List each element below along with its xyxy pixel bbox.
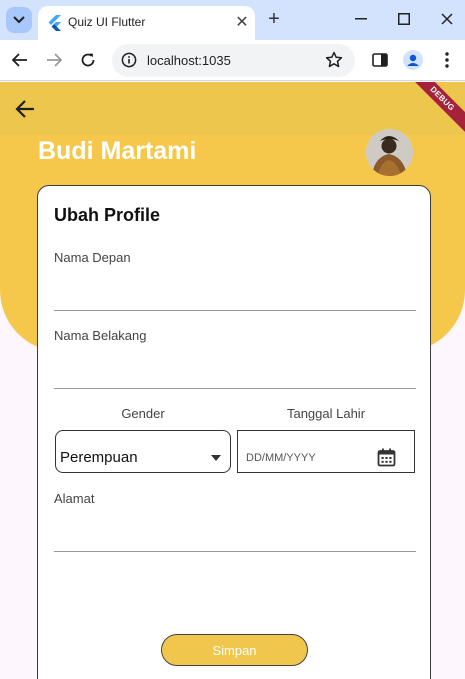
- birthdate-input[interactable]: DD/MM/YYYY: [237, 430, 415, 473]
- user-name: Budi Martami: [38, 137, 197, 165]
- back-button[interactable]: [9, 49, 31, 71]
- gender-dropdown[interactable]: Perempuan: [55, 430, 231, 473]
- minimize-icon: [355, 18, 367, 20]
- profile-icon: [403, 50, 423, 70]
- dropdown-arrow-icon: [211, 455, 221, 461]
- avatar-image: [366, 129, 413, 176]
- side-panel-button[interactable]: [370, 50, 390, 70]
- arrow-right-icon: [47, 53, 62, 67]
- first-name-label: Nama Depan: [54, 250, 131, 265]
- gender-label: Gender: [121, 406, 165, 421]
- browser-toolbar: localhost:1035: [0, 40, 465, 81]
- minimize-button[interactable]: [349, 8, 373, 30]
- maximize-icon: [398, 13, 410, 25]
- calendar-icon[interactable]: [377, 448, 396, 467]
- info-icon[interactable]: [121, 52, 137, 68]
- arrow-left-icon: [12, 53, 27, 67]
- forward-button[interactable]: [43, 49, 65, 71]
- app-bar: [0, 82, 465, 135]
- more-vertical-icon: [445, 52, 449, 68]
- tab-search-button[interactable]: [6, 7, 32, 33]
- browser-tab[interactable]: Quiz UI Flutter ✕: [38, 6, 255, 40]
- close-window-button[interactable]: [435, 8, 459, 30]
- last-name-input[interactable]: [54, 346, 416, 388]
- back-arrow-icon[interactable]: [14, 98, 38, 120]
- chevron-down-icon: [13, 16, 25, 24]
- address-underline: [54, 551, 416, 552]
- side-panel-icon: [372, 53, 388, 67]
- tab-title: Quiz UI Flutter: [68, 15, 146, 29]
- save-button[interactable]: Simpan: [161, 634, 308, 666]
- first-name-input[interactable]: [54, 268, 416, 310]
- reload-icon: [81, 53, 95, 67]
- avatar: [366, 129, 413, 176]
- address-bar[interactable]: localhost:1035: [112, 44, 355, 77]
- close-icon: [441, 13, 453, 25]
- tab-close-icon[interactable]: ✕: [233, 13, 251, 31]
- flutter-icon: [48, 15, 61, 31]
- screen: Quiz UI Flutter ✕ + localhost:1035 DEBUG…: [0, 0, 465, 679]
- address-input[interactable]: [54, 509, 416, 551]
- address-label: Alamat: [54, 491, 95, 506]
- maximize-button[interactable]: [392, 8, 416, 30]
- profile-button[interactable]: [403, 50, 423, 70]
- gender-value: Perempuan: [60, 449, 138, 466]
- birthdate-placeholder: DD/MM/YYYY: [246, 452, 316, 464]
- menu-button[interactable]: [437, 50, 457, 70]
- last-name-label: Nama Belakang: [54, 328, 147, 343]
- edit-profile-card: Ubah Profile Nama Depan Nama Belakang Ge…: [37, 185, 431, 679]
- app-viewport: DEBUG Budi Martami Ubah Profile Nama Dep…: [0, 82, 465, 679]
- last-name-underline: [54, 388, 416, 389]
- bookmark-star-icon[interactable]: [324, 50, 344, 70]
- url-text: localhost:1035: [147, 53, 231, 68]
- card-title: Ubah Profile: [54, 205, 161, 225]
- browser-tab-strip: Quiz UI Flutter ✕ +: [0, 0, 465, 40]
- new-tab-button[interactable]: +: [263, 8, 285, 30]
- birthdate-label: Tanggal Lahir: [286, 406, 366, 421]
- reload-button[interactable]: [77, 49, 99, 71]
- first-name-underline: [54, 310, 416, 311]
